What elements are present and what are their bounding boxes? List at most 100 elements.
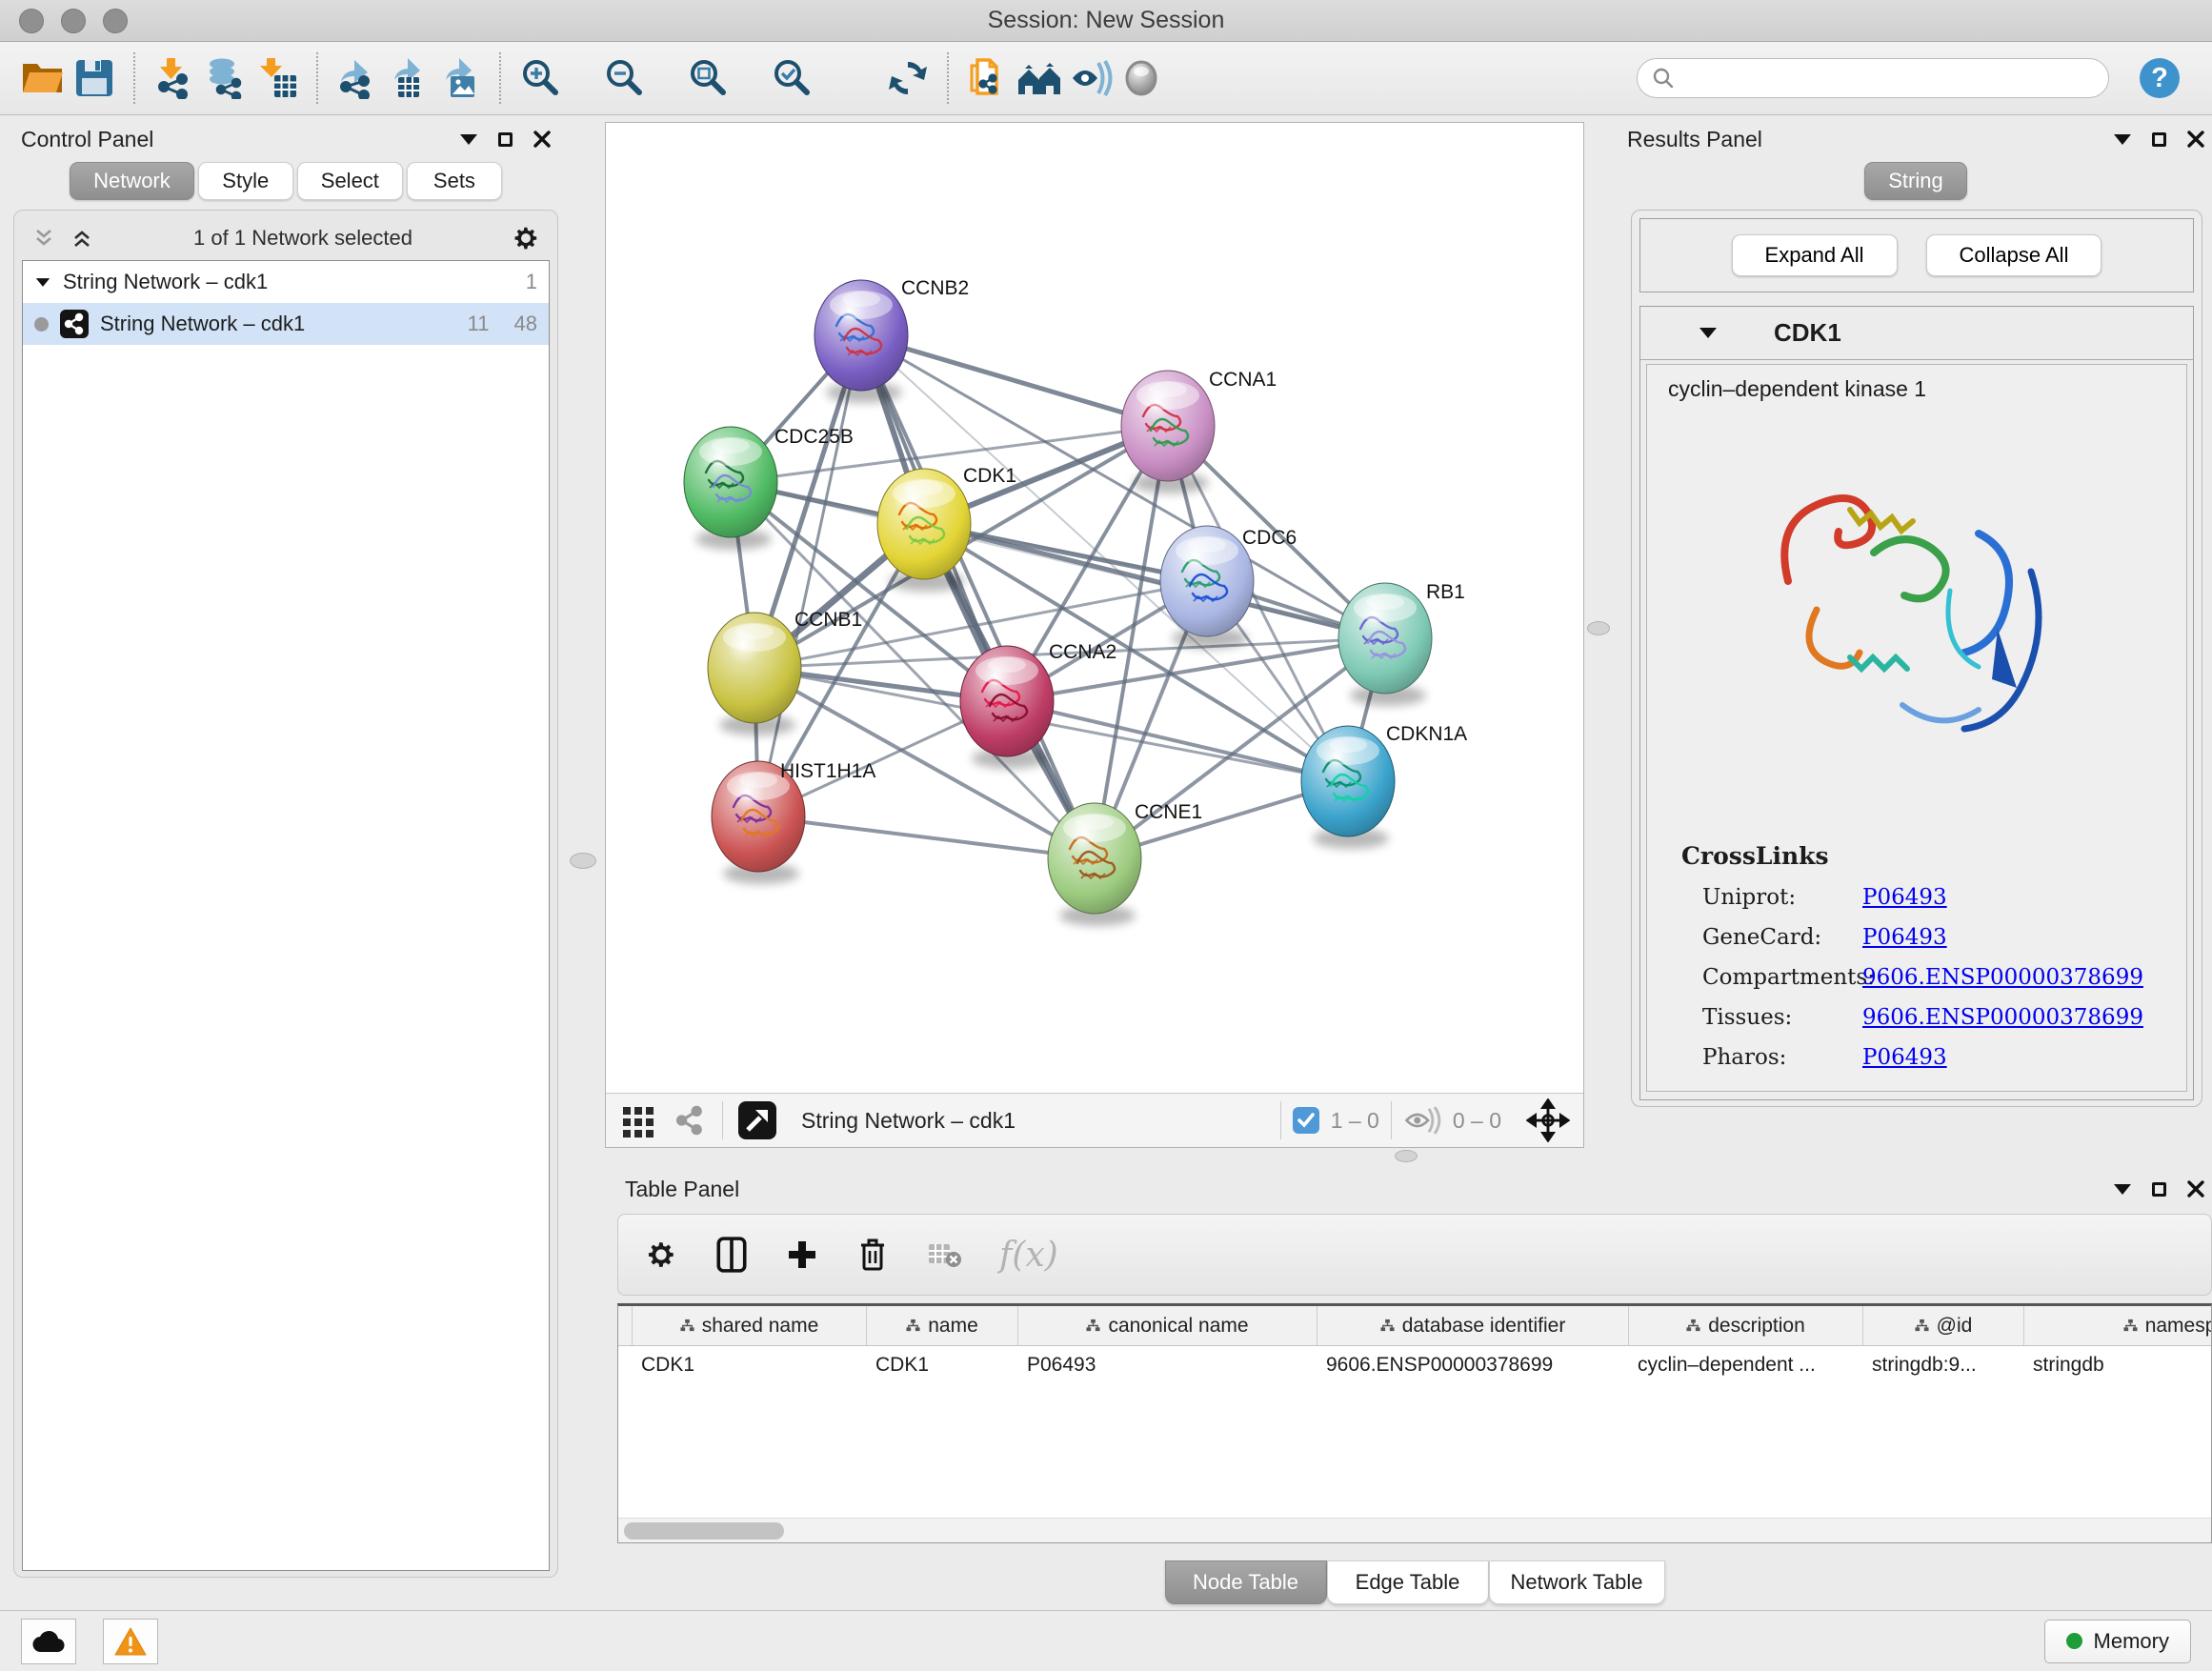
cloud-status-button[interactable] bbox=[21, 1619, 76, 1664]
import-string-network-icon[interactable] bbox=[962, 50, 1014, 106]
warnings-button[interactable] bbox=[103, 1619, 158, 1664]
crosslink-link[interactable]: 9606.ENSP00000378699 bbox=[1862, 1005, 2143, 1030]
hidden-counter: 0 – 0 bbox=[1453, 1108, 1501, 1134]
import-network-database-icon[interactable] bbox=[200, 50, 251, 106]
close-window-button[interactable] bbox=[19, 9, 44, 33]
import-network-file-icon[interactable] bbox=[149, 50, 200, 106]
tab-node-table[interactable]: Node Table bbox=[1165, 1560, 1327, 1604]
show-all-eye-icon[interactable] bbox=[1116, 50, 1168, 106]
tab-style[interactable]: Style bbox=[198, 162, 293, 200]
zoom-selected-icon[interactable] bbox=[766, 50, 817, 106]
results-float-icon[interactable] bbox=[2152, 132, 2166, 147]
bottom-splitter-handle[interactable] bbox=[1395, 1150, 1418, 1162]
hide-selected-eye-icon[interactable] bbox=[1065, 50, 1116, 106]
svg-text:?: ? bbox=[2151, 63, 2168, 93]
protein-node-RB1[interactable]: RB1 bbox=[1338, 581, 1465, 706]
tab-sets[interactable]: Sets bbox=[407, 162, 502, 200]
protein-node-HIST1H1A[interactable]: HIST1H1A bbox=[712, 760, 875, 884]
grid-view-icon[interactable] bbox=[619, 1101, 657, 1139]
table-panel: Table Panel f(x) bbox=[617, 1170, 2212, 1606]
table-float-icon[interactable] bbox=[2152, 1182, 2166, 1197]
results-close-icon[interactable] bbox=[2187, 131, 2204, 148]
delete-column-icon[interactable] bbox=[856, 1237, 889, 1273]
protein-node-CCNA1[interactable]: CCNA1 bbox=[1121, 369, 1277, 493]
network-view-toolbar: String Network – cdk1 1 – 0 0 – 0 bbox=[606, 1093, 1583, 1147]
close-panel-icon[interactable] bbox=[533, 131, 551, 148]
zoom-fit-icon[interactable] bbox=[682, 50, 734, 106]
refresh-icon[interactable] bbox=[882, 50, 934, 106]
search-input[interactable] bbox=[1676, 66, 2076, 91]
results-menu-icon[interactable] bbox=[2114, 134, 2131, 145]
column-header-canonicalname[interactable]: canonical name bbox=[1017, 1306, 1317, 1345]
expand-all-button[interactable]: Expand All bbox=[1732, 234, 1898, 276]
network-graph[interactable]: CCNB2CCNA1CDC25BCDK1CDC6RB1CCNB1CCNA2CDK… bbox=[606, 123, 1583, 1093]
scrollbar-thumb[interactable] bbox=[624, 1522, 784, 1540]
collapse-all-networks-icon[interactable] bbox=[31, 227, 56, 250]
main-toolbar: ? bbox=[0, 42, 2212, 115]
maximize-window-button[interactable] bbox=[103, 9, 128, 33]
column-header-databaseidentifier[interactable]: database identifier bbox=[1317, 1306, 1628, 1345]
column-header-namespace[interactable]: namespace bbox=[2023, 1306, 2212, 1345]
fit-content-icon[interactable] bbox=[1526, 1098, 1570, 1142]
collapse-details-icon[interactable] bbox=[1699, 328, 1717, 338]
table-menu-icon[interactable] bbox=[2114, 1184, 2131, 1195]
protein-node-CCNE1[interactable]: CCNE1 bbox=[1048, 801, 1202, 926]
network-collection-row[interactable]: String Network – cdk1 1 bbox=[23, 261, 549, 303]
tab-string-results[interactable]: String bbox=[1864, 162, 1966, 200]
open-session-icon[interactable] bbox=[17, 50, 69, 106]
help-icon[interactable]: ? bbox=[2134, 50, 2185, 106]
network-row[interactable]: String Network – cdk1 11 48 bbox=[23, 303, 549, 345]
save-session-icon[interactable] bbox=[69, 50, 120, 106]
export-table-icon[interactable] bbox=[383, 50, 434, 106]
zoom-in-icon[interactable] bbox=[514, 50, 566, 106]
crosslink-link[interactable]: P06493 bbox=[1862, 885, 1947, 910]
panel-menu-icon[interactable] bbox=[460, 134, 477, 145]
network-view-icon[interactable] bbox=[673, 1103, 707, 1137]
tab-network-table[interactable]: Network Table bbox=[1489, 1560, 1665, 1604]
protein-node-CDKN1A[interactable]: CDKN1A bbox=[1301, 723, 1467, 849]
search-field[interactable] bbox=[1637, 58, 2109, 98]
tab-edge-table[interactable]: Edge Table bbox=[1327, 1560, 1489, 1604]
column-header-sharedname[interactable]: shared name bbox=[632, 1306, 866, 1345]
crosslink-link[interactable]: 9606.ENSP00000378699 bbox=[1862, 965, 2143, 990]
right-splitter-handle[interactable] bbox=[1587, 621, 1610, 635]
export-image-icon[interactable] bbox=[434, 50, 486, 106]
column-header-name[interactable]: name bbox=[866, 1306, 1017, 1345]
selected-checkbox-icon[interactable] bbox=[1293, 1107, 1319, 1134]
minimize-window-button[interactable] bbox=[61, 9, 86, 33]
tab-network[interactable]: Network bbox=[70, 162, 194, 200]
collapse-all-button[interactable]: Collapse All bbox=[1926, 234, 2102, 276]
tab-select[interactable]: Select bbox=[297, 162, 403, 200]
left-splitter-handle[interactable] bbox=[570, 853, 596, 869]
node-details-header[interactable]: CDK1 bbox=[1640, 307, 2193, 360]
add-column-icon[interactable] bbox=[786, 1238, 818, 1271]
birds-eye-toggle-icon[interactable] bbox=[738, 1101, 776, 1139]
table-close-icon[interactable] bbox=[2187, 1180, 2204, 1198]
expand-all-networks-icon[interactable] bbox=[70, 227, 94, 250]
show-columns-icon[interactable] bbox=[715, 1237, 748, 1273]
hidden-eye-icon[interactable] bbox=[1403, 1105, 1441, 1136]
float-panel-icon[interactable] bbox=[498, 132, 513, 147]
crosslink-link[interactable]: P06493 bbox=[1862, 925, 1947, 950]
table-options-gear-icon[interactable] bbox=[645, 1238, 677, 1271]
crosslink-link[interactable]: P06493 bbox=[1862, 1045, 1947, 1070]
protein-node-CDC6[interactable]: CDC6 bbox=[1160, 526, 1297, 649]
network-options-gear-icon[interactable] bbox=[512, 224, 540, 252]
title-bar: Session: New Session bbox=[0, 0, 2212, 42]
export-network-icon[interactable] bbox=[332, 50, 383, 106]
column-header-id[interactable]: @id bbox=[1862, 1306, 2023, 1345]
column-header-description[interactable]: description bbox=[1628, 1306, 1862, 1345]
collapse-collection-icon[interactable] bbox=[36, 278, 50, 287]
window-controls[interactable] bbox=[19, 9, 128, 33]
zoom-out-icon[interactable] bbox=[598, 50, 650, 106]
table-row[interactable]: CDK1CDK1P064939606.ENSP00000378699cyclin… bbox=[618, 1346, 2211, 1384]
protein-structure-image bbox=[1760, 419, 2074, 829]
network-label: String Network – cdk1 bbox=[100, 312, 305, 336]
crosslink-row: Tissues:9606.ENSP00000378699 bbox=[1681, 1005, 2186, 1030]
warning-icon bbox=[114, 1627, 147, 1656]
memory-button[interactable]: Memory bbox=[2044, 1620, 2191, 1663]
home-icon[interactable] bbox=[1014, 50, 1065, 106]
network-canvas[interactable]: CCNB2CCNA1CDC25BCDK1CDC6RB1CCNB1CCNA2CDK… bbox=[605, 122, 1584, 1148]
import-table-file-icon[interactable] bbox=[251, 50, 303, 106]
table-horizontal-scrollbar[interactable] bbox=[618, 1518, 2211, 1542]
